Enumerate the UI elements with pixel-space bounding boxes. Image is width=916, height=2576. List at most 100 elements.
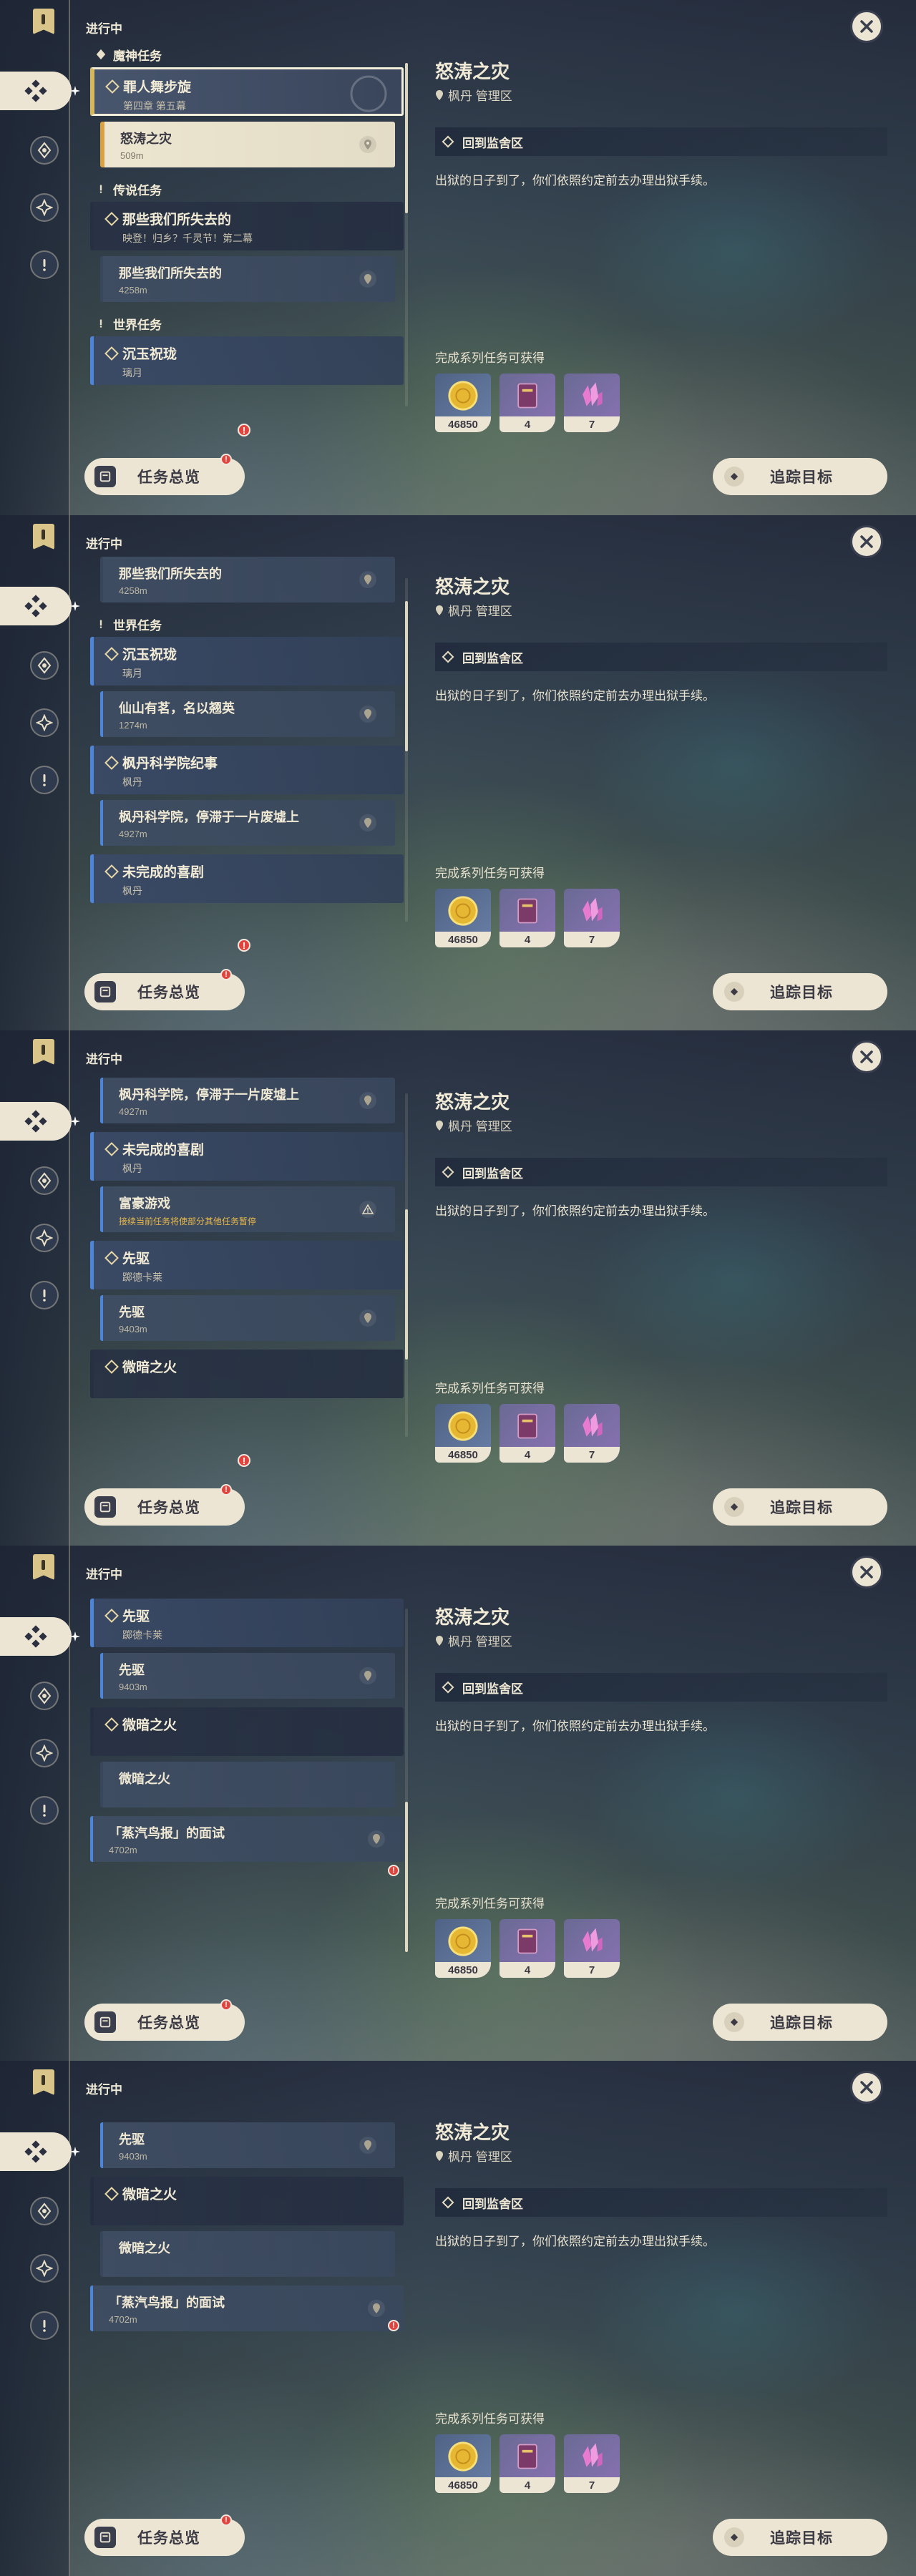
exclamation-icon: [43, 2320, 46, 2332]
four-diamond-icon: [24, 79, 47, 102]
quest-world-single[interactable]: 「蒸汽鸟报」的面试 4702m: [90, 2285, 404, 2331]
detail-title: 怒涛之灾: [435, 576, 510, 597]
track-target-button[interactable]: 追踪目标: [713, 2004, 887, 2041]
quest-list[interactable]: 先驱 9403m 微暗之火 微暗之火 「蒸汽鸟报」的面试 4702m: [84, 2102, 406, 2503]
quest-overview-button[interactable]: 任务总览 !: [84, 1999, 245, 2041]
location-pin-icon: [436, 605, 443, 615]
quest-list[interactable]: 魔神任务 罪人舞步旋 第四章 第五幕 怒涛之灾 509m 传说任务 那些我们所失…: [84, 42, 406, 442]
commission-tab[interactable]: [30, 1281, 59, 1309]
location-pin-icon: [436, 1120, 443, 1131]
track-target-button[interactable]: 追踪目标: [713, 458, 887, 495]
scroll-thumb[interactable]: [405, 63, 408, 213]
quest-world[interactable]: 未完成的喜剧 枫丹: [90, 1132, 404, 1181]
reward-mora: 46850: [435, 889, 491, 947]
all-quests-tab[interactable]: [0, 72, 72, 110]
quest-world[interactable]: 微暗之火: [90, 2177, 404, 2225]
close-button[interactable]: [850, 525, 883, 558]
pin-icon[interactable]: [368, 2300, 385, 2317]
quest-step-selected[interactable]: 怒涛之灾 509m: [100, 122, 395, 167]
world-quest-tab[interactable]: [30, 2254, 59, 2283]
section-world: 世界任务: [84, 311, 406, 336]
quest-world[interactable]: 沉玉祝珑 璃月: [90, 637, 404, 686]
quest-legend[interactable]: 那些我们所失去的 映登！归乡？千灵节！第二幕: [90, 202, 404, 250]
heros-wit-book-icon: [517, 1928, 537, 1954]
overview-badge: !: [220, 969, 232, 980]
archon-quest-tab[interactable]: [30, 2197, 59, 2225]
scroll-thumb[interactable]: [405, 1209, 408, 1360]
all-quests-tab[interactable]: [0, 2132, 72, 2171]
pin-icon[interactable]: [368, 1830, 385, 1848]
quest-step[interactable]: 那些我们所失去的 4258m: [100, 256, 395, 302]
scroll-thumb[interactable]: [405, 601, 408, 751]
quest-step[interactable]: 微暗之火: [100, 1762, 395, 1807]
quest-step[interactable]: 先驱 9403m: [100, 1653, 395, 1699]
quest-world[interactable]: 未完成的喜剧 枫丹: [90, 854, 404, 903]
close-button[interactable]: [850, 1556, 883, 1589]
quest-step[interactable]: 仙山有茗，名以翘英 1274m: [100, 691, 395, 737]
primogem-crystal-icon: [583, 1413, 603, 1437]
pin-icon[interactable]: [359, 814, 376, 831]
close-icon: [860, 1050, 873, 1063]
track-target-button[interactable]: 追踪目标: [713, 973, 887, 1010]
quest-overview-button[interactable]: 任务总览 !: [84, 969, 245, 1010]
quest-step[interactable]: 富豪游戏 接续当前任务将使部分其他任务暂停: [100, 1186, 395, 1232]
quest-step[interactable]: 枫丹科学院，停滞于一片废墟上 4927m: [100, 800, 395, 846]
commission-tab[interactable]: [30, 2311, 59, 2340]
quest-world[interactable]: 先驱 踯德卡莱: [90, 1241, 404, 1289]
quest-world[interactable]: 微暗之火: [90, 1350, 404, 1398]
reward-mora: 46850: [435, 374, 491, 432]
quest-step[interactable]: 那些我们所失去的 4258m: [100, 557, 395, 602]
quest-step[interactable]: 先驱 9403m: [100, 1295, 395, 1341]
quest-list[interactable]: 枫丹科学院，停滞于一片废墟上 4927m 未完成的喜剧 枫丹 富豪游戏 接续当前…: [84, 1072, 406, 1473]
quest-world[interactable]: 微暗之火: [90, 1707, 404, 1756]
pin-icon[interactable]: [359, 571, 376, 588]
pin-icon[interactable]: [359, 2137, 376, 2154]
close-button[interactable]: [850, 1040, 883, 1073]
archon-quest-tab[interactable]: [30, 651, 59, 680]
quest-list[interactable]: 先驱 踯德卡莱 先驱 9403m 微暗之火 微暗之火 「蒸汽鸟报」的面试 470…: [84, 1587, 406, 1988]
pin-icon[interactable]: [359, 136, 376, 153]
compass-icon: [36, 714, 53, 731]
archon-quest-tab[interactable]: [30, 1682, 59, 1710]
pin-icon[interactable]: [359, 1667, 376, 1684]
all-quests-tab[interactable]: [0, 587, 72, 625]
quest-world[interactable]: 枫丹科学院纪事 枫丹: [90, 746, 404, 794]
archon-quest-tab[interactable]: [30, 1166, 59, 1195]
world-quest-tab[interactable]: [30, 193, 59, 222]
quest-world[interactable]: 沉玉祝珑 璃月: [90, 336, 404, 385]
scroll-thumb[interactable]: [405, 1802, 408, 1952]
pin-icon[interactable]: [359, 270, 376, 288]
archon-quest-tab[interactable]: [30, 136, 59, 165]
archon-icon: [37, 142, 52, 159]
close-button[interactable]: [850, 2071, 883, 2104]
world-quest-tab[interactable]: [30, 1739, 59, 1767]
heros-wit-book-icon: [517, 1413, 537, 1439]
commission-tab[interactable]: [30, 766, 59, 794]
quest-world[interactable]: 先驱 踯德卡莱: [90, 1599, 404, 1647]
quest-overview-button[interactable]: 任务总览 !: [84, 2514, 245, 2556]
all-quests-tab[interactable]: [0, 1102, 72, 1141]
overview-badge: !: [220, 1484, 232, 1496]
quest-overview-button[interactable]: 任务总览 !: [84, 1484, 245, 1526]
close-button[interactable]: [850, 10, 883, 43]
pin-icon[interactable]: [359, 1092, 376, 1109]
pin-icon[interactable]: [359, 706, 376, 723]
pin-icon[interactable]: [359, 1309, 376, 1327]
quest-panel-2: 进行中 那些我们所失去的 4258m 世界任务 沉玉祝珑 璃月 仙山有茗，名以翘…: [0, 515, 916, 1030]
quest-step[interactable]: 枫丹科学院，停滞于一片废墟上 4927m: [100, 1078, 395, 1123]
quest-world-single[interactable]: 「蒸汽鸟报」的面试 4702m: [90, 1816, 404, 1862]
quest-overview-button[interactable]: 任务总览 !: [84, 454, 245, 495]
track-target-button[interactable]: 追踪目标: [713, 1488, 887, 1526]
world-quest-tab[interactable]: [30, 1224, 59, 1252]
quest-archon[interactable]: 罪人舞步旋 第四章 第五幕: [90, 67, 404, 116]
quest-list[interactable]: 那些我们所失去的 4258m 世界任务 沉玉祝珑 璃月 仙山有茗，名以翘英 12…: [84, 557, 406, 957]
commission-tab[interactable]: [30, 250, 59, 279]
current-step: 回到监舍区: [435, 1158, 887, 1186]
step-diamond-icon: [442, 650, 454, 663]
all-quests-tab[interactable]: [0, 1617, 72, 1656]
commission-tab[interactable]: [30, 1796, 59, 1825]
quest-step[interactable]: 先驱 9403m: [100, 2122, 395, 2168]
quest-step[interactable]: 微暗之火: [100, 2231, 395, 2277]
track-target-button[interactable]: 追踪目标: [713, 2519, 887, 2556]
world-quest-tab[interactable]: [30, 708, 59, 737]
